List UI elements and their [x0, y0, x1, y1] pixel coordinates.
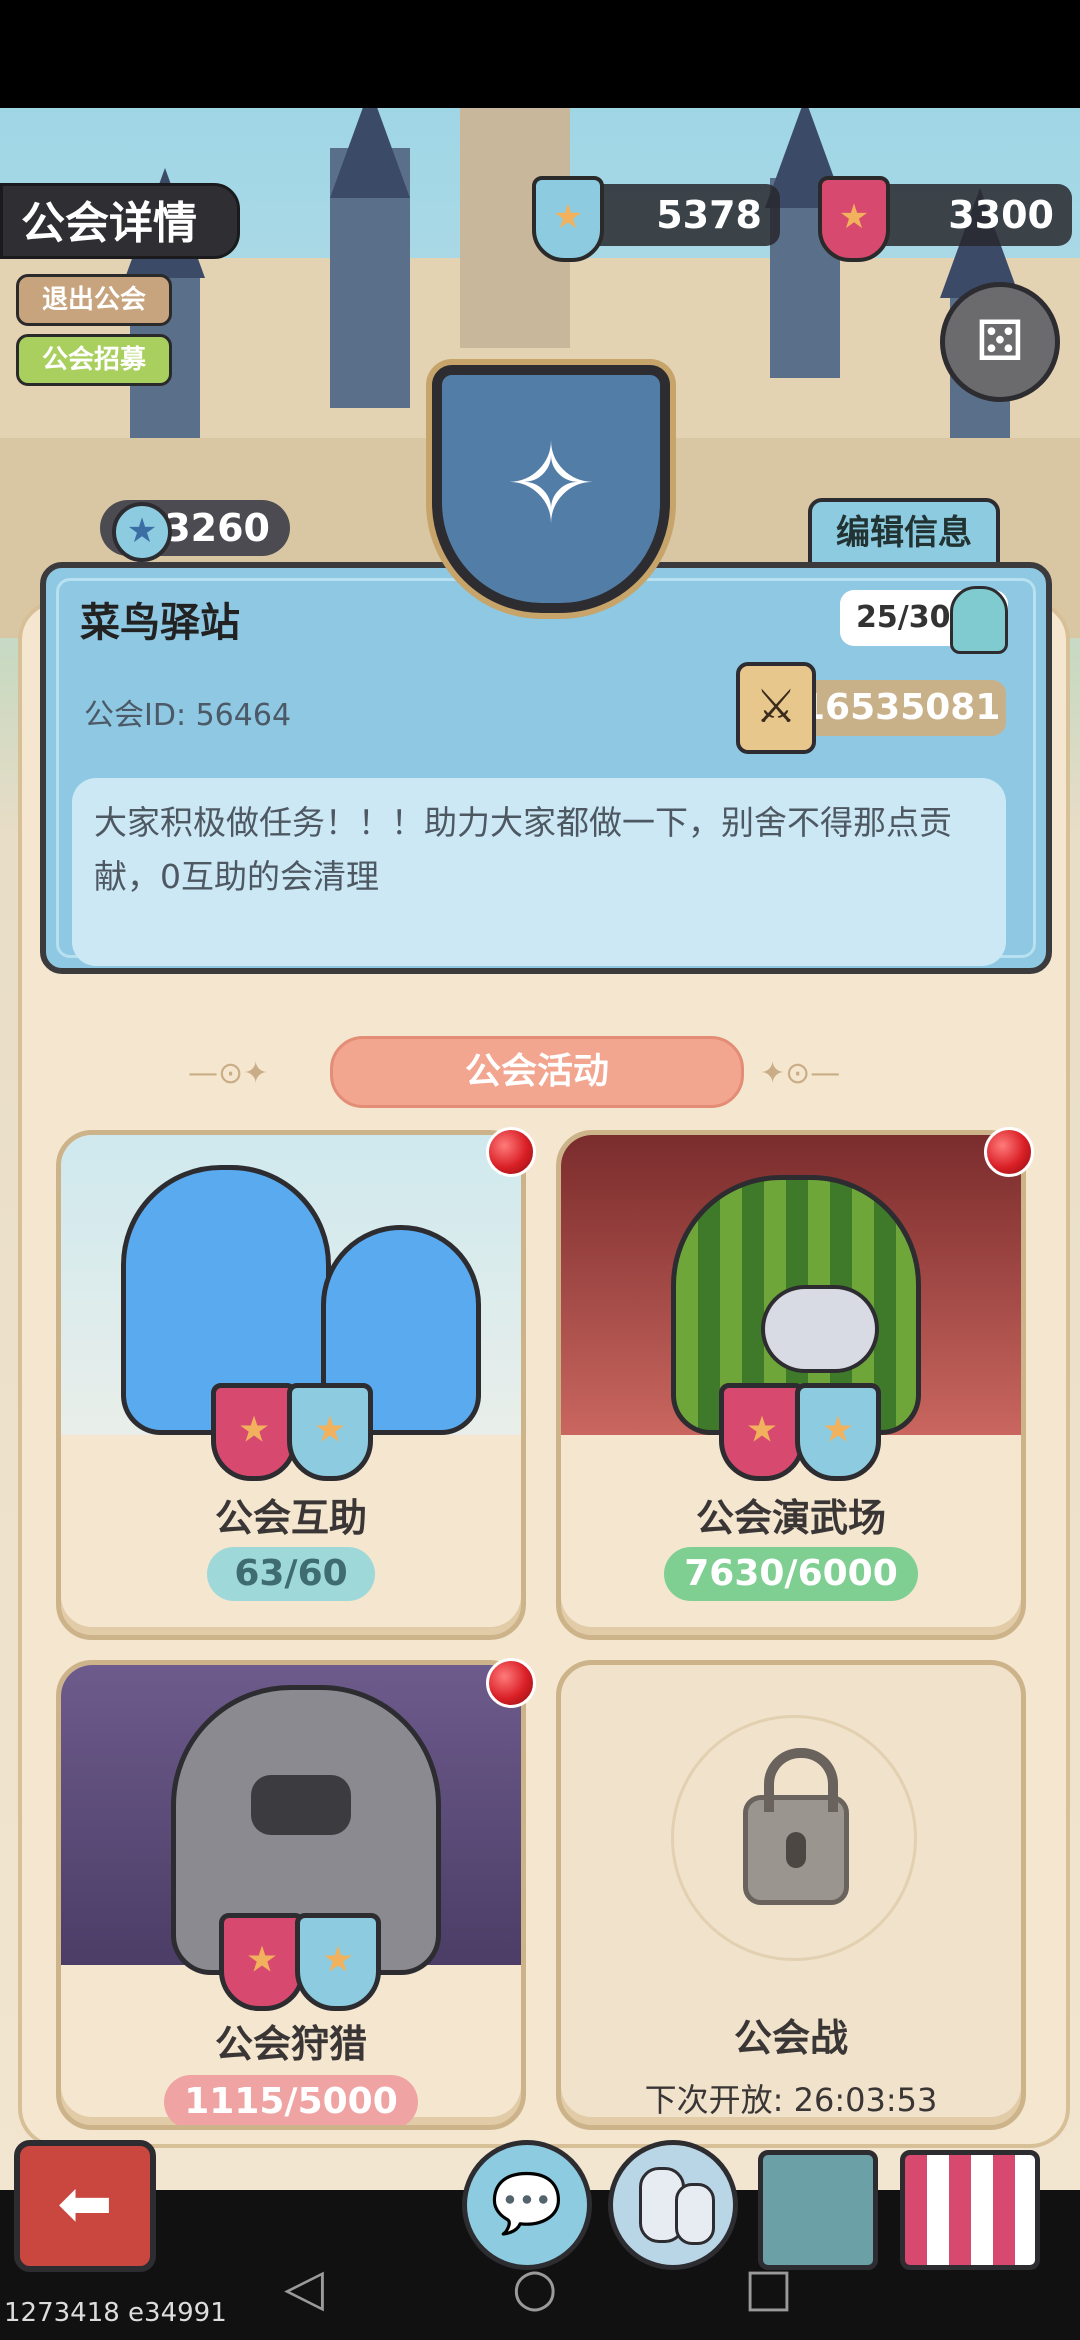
guild-notice: 大家积极做任务！！！助力大家都做一下，别舍不得那点贡献，0互助的会清理	[72, 778, 1006, 966]
section-title: 公会活动	[330, 1036, 744, 1108]
back-arrow-icon[interactable]: ⬅	[14, 2140, 156, 2272]
guild-emblem[interactable]: ✧	[432, 365, 670, 613]
activity-progress: 1115/5000	[164, 2075, 418, 2125]
activity-progress: 63/60	[207, 1547, 375, 1601]
blue-badge-icon: ★	[295, 1913, 381, 2011]
red-badge-icon: ★	[211, 1383, 297, 1481]
quit-guild-button[interactable]: 退出公会	[16, 274, 172, 326]
activity-label: 公会战	[733, 2016, 848, 2060]
activity-label: 公会狩猎	[214, 2022, 367, 2066]
notification-dot	[486, 1658, 536, 1708]
person-icon	[950, 586, 1008, 654]
lock-icon	[743, 1748, 849, 1905]
next-open-timer: 下次开放: 26:03:53	[644, 2081, 938, 2119]
red-badge-icon: ★	[719, 1383, 805, 1481]
recruit-button[interactable]: 公会招募	[16, 334, 172, 386]
blue-badge-icon: ★	[795, 1383, 881, 1481]
dice-icon[interactable]: ⚄	[940, 282, 1060, 402]
page-title: 公会详情	[0, 183, 240, 259]
member-count-value: 25/30	[856, 600, 951, 635]
book-icon[interactable]	[758, 2150, 878, 2270]
notification-dot	[984, 1127, 1034, 1177]
guild-power: 16535081	[800, 680, 1006, 736]
chat-icon[interactable]: 💬	[462, 2140, 592, 2270]
activity-progress: 7630/6000	[664, 1547, 918, 1601]
nav-recent-icon[interactable]: □	[744, 2258, 793, 2318]
star-icon: ★	[112, 502, 172, 562]
shop-icon[interactable]	[900, 2150, 1040, 2270]
activity-label: 公会演武场	[695, 1496, 886, 1540]
divider-left: —⊙✦	[188, 1056, 269, 1091]
activity-label: 公会互助	[214, 1496, 367, 1540]
divider-right: ✦⊙—	[760, 1056, 841, 1091]
guild-id: 公会ID: 56464	[84, 698, 292, 733]
blue-shield-icon: ★	[532, 176, 604, 262]
edit-info-button[interactable]: 编辑信息	[808, 498, 1000, 568]
red-shield-icon: ★	[818, 176, 890, 262]
sword-icon: ⚔	[736, 662, 816, 754]
nav-back-icon[interactable]: ◁	[284, 2258, 324, 2318]
activity-card-hunt[interactable]: ★ ★ 公会狩猎 1115/5000	[56, 1660, 526, 2130]
notification-dot	[486, 1127, 536, 1177]
nav-home-icon[interactable]: ○	[512, 2258, 557, 2318]
status-bar	[0, 0, 1080, 108]
red-badge-icon: ★	[219, 1913, 305, 2011]
activity-card-assist[interactable]: ★ ★ 公会互助 63/60	[56, 1130, 526, 1640]
blue-badge-icon: ★	[287, 1383, 373, 1481]
guild-name: 菜鸟驿站	[80, 600, 240, 646]
activity-card-arena[interactable]: ★ ★ 公会演武场 7630/6000	[556, 1130, 1026, 1640]
members-icon[interactable]	[608, 2140, 738, 2270]
build-id: 1273418 e34991	[0, 2296, 231, 2330]
activity-card-guild-war[interactable]: 公会战 下次开放: 26:03:53	[556, 1660, 1026, 2130]
